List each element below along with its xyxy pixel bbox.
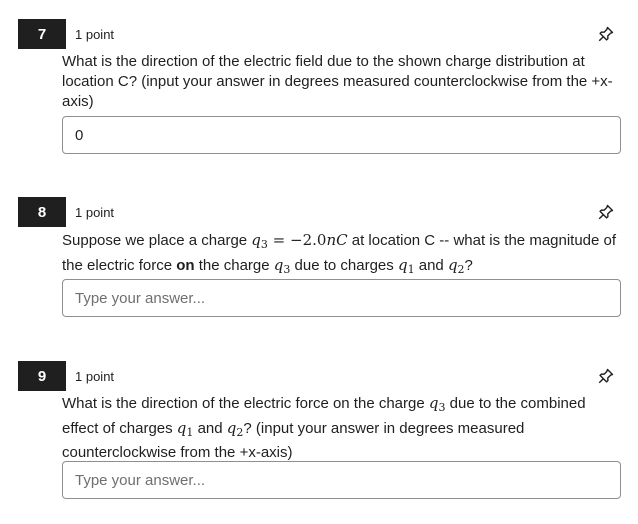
pin-icon[interactable]	[597, 25, 615, 43]
answer-input[interactable]: Type your answer...	[62, 279, 621, 317]
question-number: 9	[18, 361, 66, 391]
answer-placeholder: Type your answer...	[75, 471, 206, 489]
question-prompt: What is the direction of the electric fo…	[62, 393, 624, 463]
question-number: 7	[18, 19, 66, 49]
question-points: 1 point	[75, 27, 115, 42]
math-eq: = −2.0	[267, 231, 327, 249]
answer-input[interactable]: 0	[62, 116, 621, 154]
prompt-emphasis: on	[176, 257, 195, 274]
question-number: 8	[18, 197, 66, 227]
prompt-text: ?	[464, 257, 473, 274]
math-q3: q	[251, 231, 261, 249]
prompt-text: due to charges	[290, 257, 398, 274]
math-q2: q	[226, 419, 237, 437]
question-prompt: Suppose we place a charge q3 = −2.0nC at…	[62, 230, 624, 280]
question-prompt: What is the direction of the electric fi…	[62, 53, 613, 110]
math-q2: q	[447, 256, 458, 274]
question-points: 1 point	[75, 205, 115, 220]
math-q3: q	[273, 256, 284, 274]
math-q1: q	[397, 256, 408, 274]
pin-icon[interactable]	[597, 367, 615, 385]
pin-icon[interactable]	[597, 203, 615, 221]
math-q1-sub: 1	[407, 263, 415, 276]
prompt-text: What is the direction of the electric fo…	[62, 395, 429, 412]
answer-placeholder: Type your answer...	[75, 289, 206, 307]
prompt-text: and	[193, 420, 227, 437]
answer-input[interactable]: Type your answer...	[62, 461, 621, 499]
prompt-text: Suppose we place a charge	[62, 232, 252, 249]
math-q1: q	[176, 419, 187, 437]
prompt-text: the charge	[194, 257, 274, 274]
prompt-text: and	[414, 257, 448, 274]
question-points: 1 point	[75, 369, 115, 384]
math-unit: nC	[326, 231, 348, 249]
answer-value: 0	[75, 126, 84, 144]
math-q2-sub: 2	[457, 263, 465, 276]
math-q3-sub: 3	[260, 238, 268, 251]
